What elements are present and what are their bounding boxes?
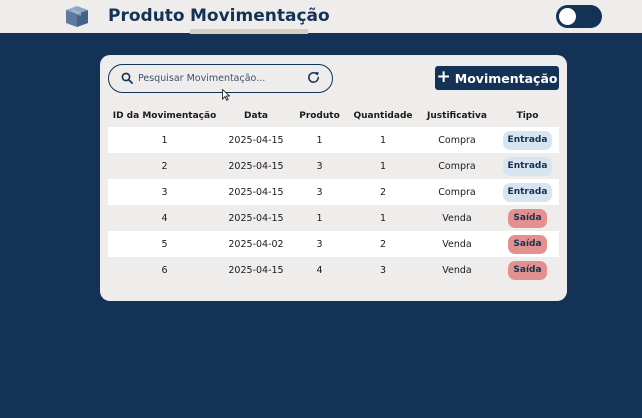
table-row[interactable]: 2 2025-04-15 3 1 Compra Entrada: [108, 153, 559, 179]
cell-data: 2025-04-15: [228, 186, 284, 198]
cell-justificativa: Venda: [442, 238, 472, 250]
cell-quantidade: 1: [379, 134, 387, 146]
table-header: ID da Movimentação Data Produto Quantida…: [108, 105, 559, 127]
cell-quantidade: 2: [379, 186, 387, 198]
cell-data: 2025-04-02: [228, 238, 284, 250]
cell-data: 2025-04-15: [228, 160, 284, 172]
tipo-badge-saida[interactable]: Saída: [508, 208, 547, 228]
add-movement-button[interactable]: + Movimentação: [435, 66, 559, 90]
search-icon: [121, 72, 133, 84]
column-header-quantidade[interactable]: Quantidade: [348, 111, 418, 121]
cell-data: 2025-04-15: [228, 134, 284, 146]
box-logo-icon[interactable]: [64, 5, 90, 28]
cell-produto: 1: [316, 134, 323, 146]
cell-id: 4: [161, 212, 168, 224]
cell-justificativa: Venda: [442, 264, 472, 276]
cell-id: 1: [161, 134, 168, 146]
plus-icon: +: [436, 66, 451, 87]
movements-table: ID da Movimentação Data Produto Quantida…: [108, 105, 559, 283]
cell-produto: 3: [316, 160, 323, 172]
cell-id: 5: [161, 238, 168, 250]
cell-tipo: Saída: [496, 234, 559, 254]
cell-justificativa: Venda: [442, 212, 472, 224]
add-movement-label: Movimentação: [454, 70, 558, 86]
search-box[interactable]: [108, 64, 333, 93]
toggle-knob: [559, 8, 576, 25]
search-input[interactable]: [138, 68, 303, 88]
table-row[interactable]: 1 2025-04-15 1 1 Compra Entrada: [108, 127, 559, 153]
tipo-badge-entrada[interactable]: Entrada: [502, 182, 553, 202]
column-header-data[interactable]: Data: [221, 111, 291, 121]
cell-id: 6: [161, 264, 168, 276]
cell-quantidade: 3: [379, 264, 387, 276]
cell-justificativa: Compra: [438, 186, 476, 198]
cell-justificativa: Compra: [438, 134, 476, 146]
tipo-badge-entrada[interactable]: Entrada: [502, 130, 553, 150]
cell-produto: 4: [316, 264, 323, 276]
movements-card: + Movimentação ID da Movimentação Data P…: [100, 55, 567, 301]
cell-id: 3: [161, 186, 168, 198]
column-header-justificativa[interactable]: Justificativa: [418, 111, 496, 121]
theme-toggle[interactable]: [556, 5, 602, 28]
cell-quantidade: 1: [379, 160, 387, 172]
column-header-tipo[interactable]: Tipo: [496, 111, 559, 121]
top-navbar: Produto Movimentação: [0, 0, 642, 34]
active-nav-indicator: [190, 29, 308, 34]
column-header-id[interactable]: ID da Movimentação: [108, 111, 221, 121]
cell-tipo: Entrada: [496, 182, 559, 202]
mouse-cursor-icon: [222, 89, 230, 101]
table-row[interactable]: 4 2025-04-15 1 1 Venda Saída: [108, 205, 559, 231]
cell-data: 2025-04-15: [228, 264, 284, 276]
table-row[interactable]: 5 2025-04-02 3 2 Venda Saída: [108, 231, 559, 257]
tipo-badge-saida[interactable]: Saída: [508, 260, 547, 280]
nav-produto[interactable]: Produto: [108, 5, 185, 27]
cell-data: 2025-04-15: [228, 212, 284, 224]
cell-produto: 3: [316, 186, 323, 198]
cell-tipo: Entrada: [496, 156, 559, 176]
cell-produto: 1: [316, 212, 323, 224]
cell-tipo: Entrada: [496, 130, 559, 150]
nav-movimentacao[interactable]: Movimentação: [190, 5, 330, 27]
cell-quantidade: 1: [379, 212, 387, 224]
cell-tipo: Saída: [496, 208, 559, 228]
cell-justificativa: Compra: [438, 160, 476, 172]
tipo-badge-entrada[interactable]: Entrada: [502, 156, 553, 176]
cell-tipo: Saída: [496, 260, 559, 280]
refresh-icon[interactable]: [306, 70, 321, 85]
cell-id: 2: [161, 160, 168, 172]
cell-produto: 3: [316, 238, 323, 250]
table-row[interactable]: 3 2025-04-15 3 2 Compra Entrada: [108, 179, 559, 205]
column-header-produto[interactable]: Produto: [291, 111, 348, 121]
table-row[interactable]: 6 2025-04-15 4 3 Venda Saída: [108, 257, 559, 283]
tipo-badge-saida[interactable]: Saída: [508, 234, 547, 254]
cell-quantidade: 2: [379, 238, 387, 250]
